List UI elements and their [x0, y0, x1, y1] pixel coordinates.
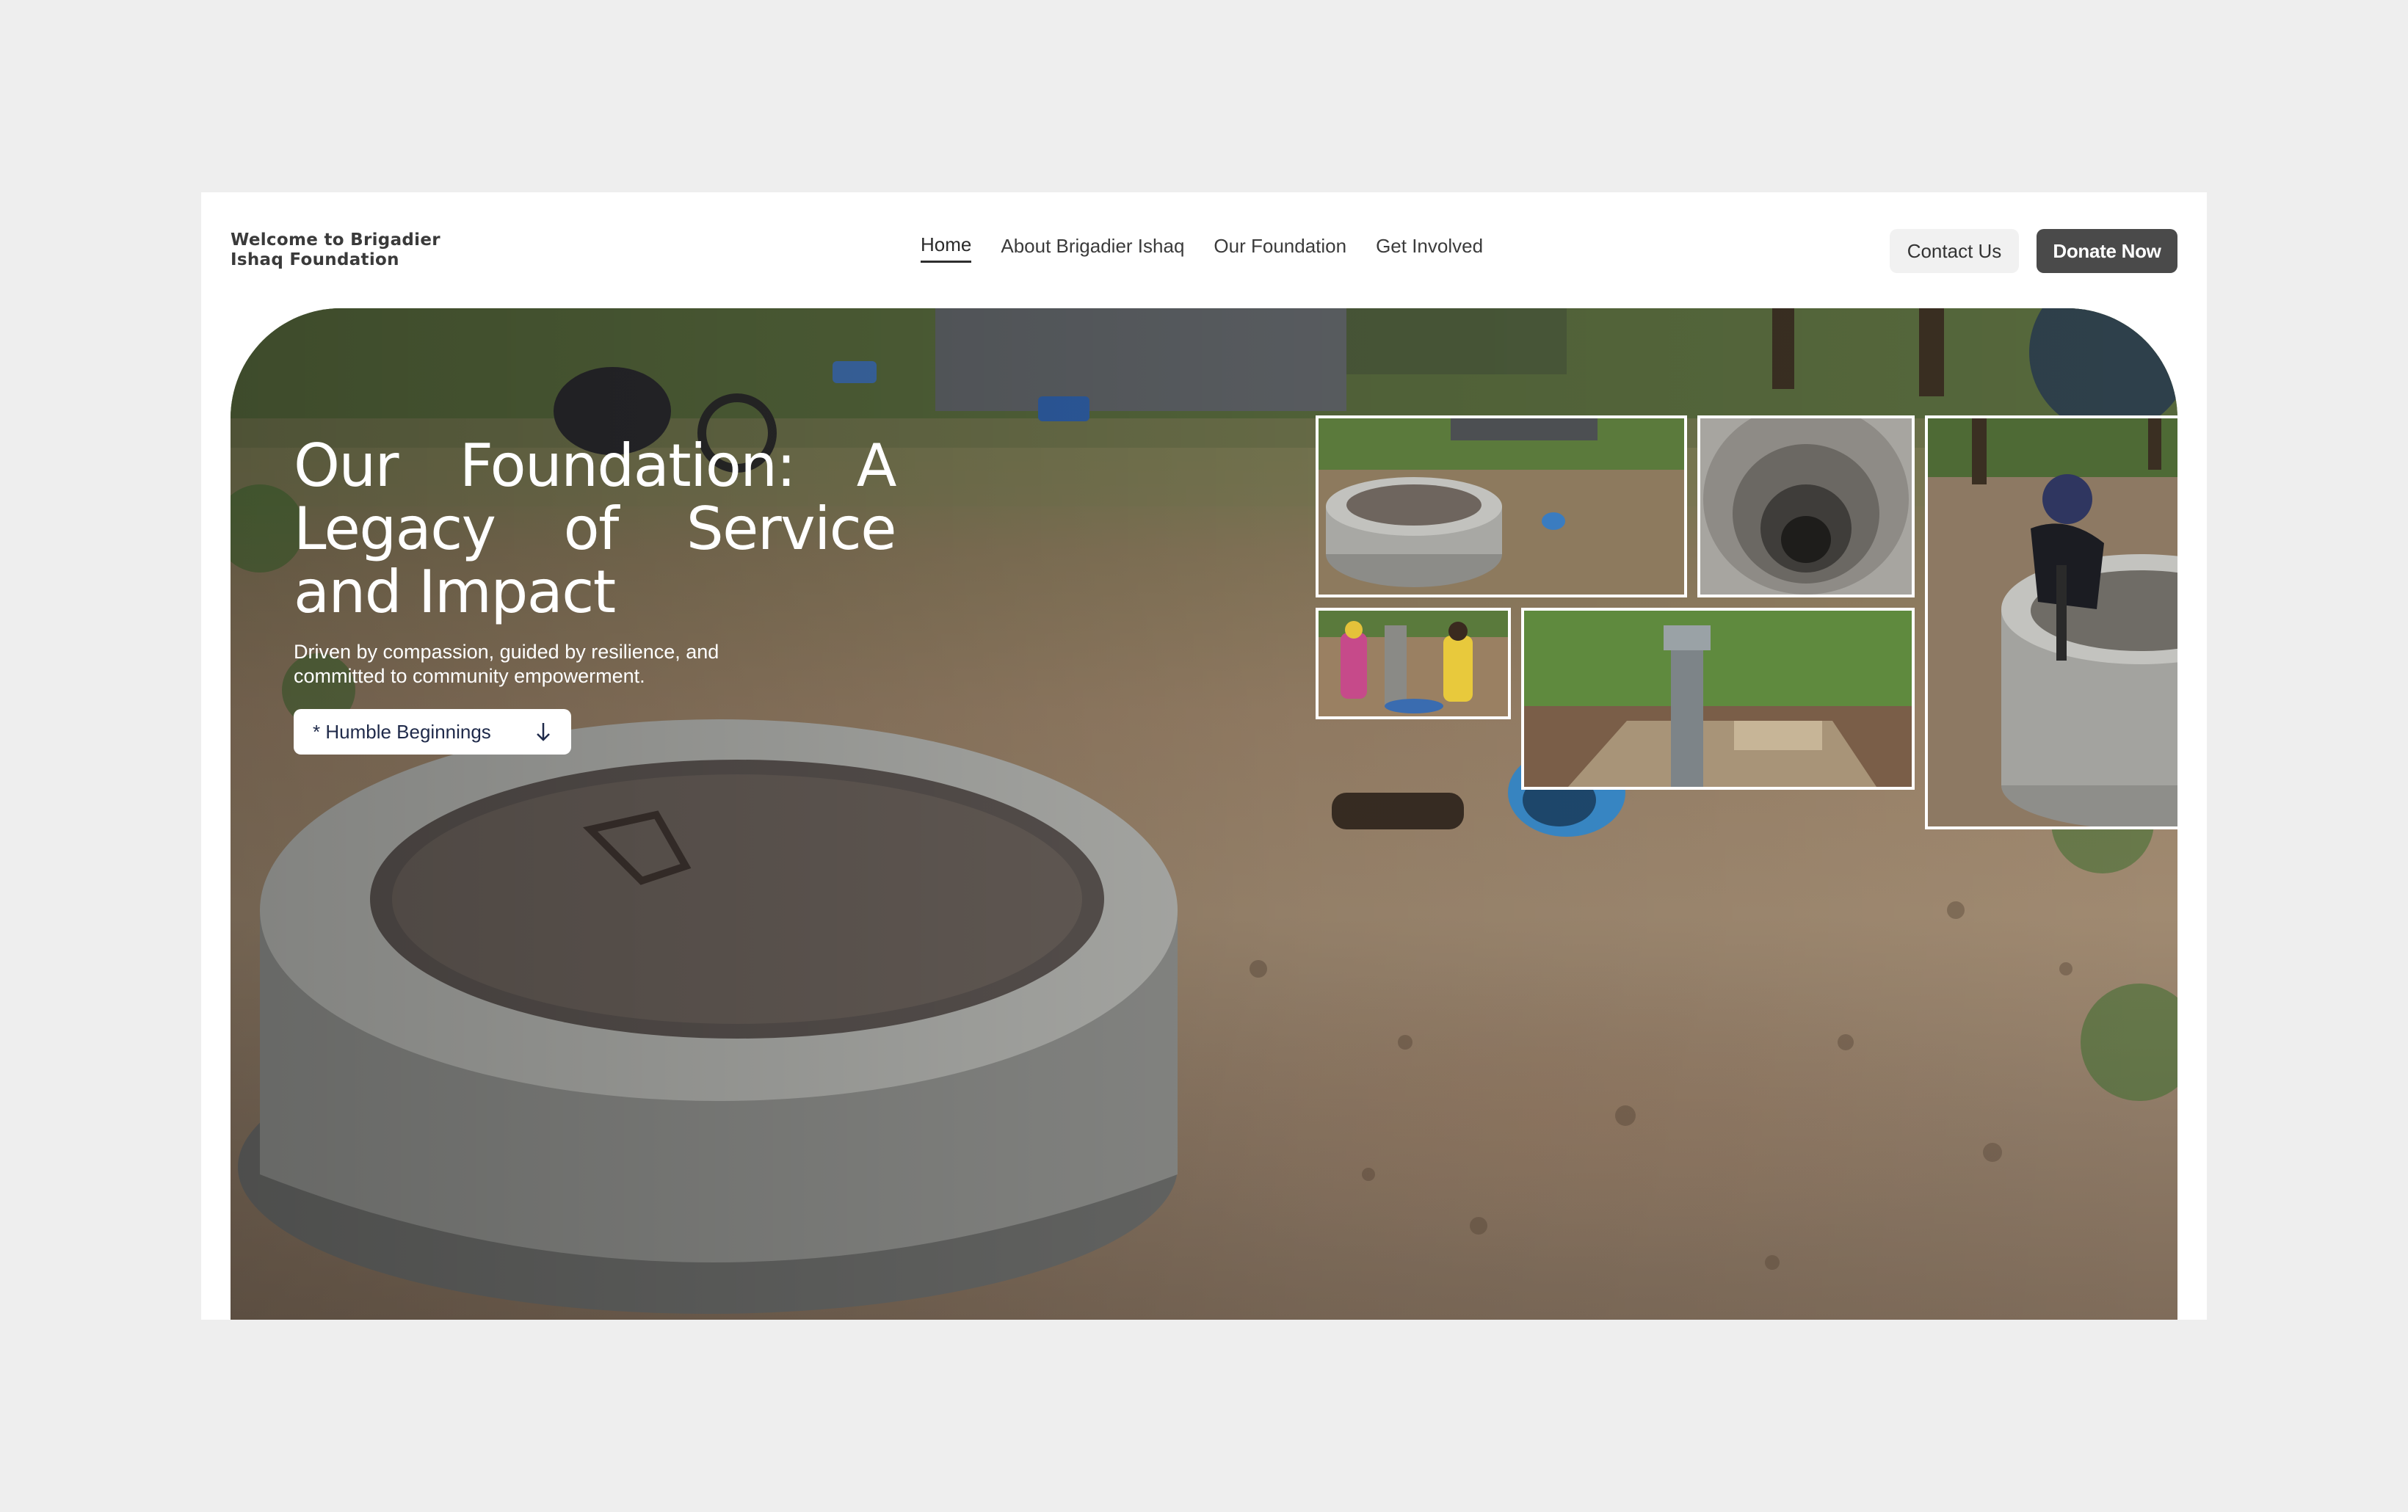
nav-link-about[interactable]: About Brigadier Ishaq: [1001, 235, 1184, 262]
hero-subtitle-line-1: Driven by compassion, guided by resilien…: [294, 641, 719, 663]
hero-section: Our Foundation: A Legacy of Service and …: [231, 308, 2177, 1320]
hand-pump-photo[interactable]: [1521, 608, 1915, 790]
page-card: Welcome to Brigadier Ishaq Foundation Ho…: [201, 192, 2207, 1320]
contact-us-button[interactable]: Contact Us: [1890, 229, 2019, 273]
woman-at-well-photo[interactable]: [1925, 415, 2177, 829]
brand-line-2: Ishaq Foundation: [231, 250, 399, 269]
well-interior-photo[interactable]: [1697, 415, 1915, 597]
arrow-down-icon: [537, 723, 550, 741]
hero-subtitle-line-2: committed to community empowerment.: [294, 665, 645, 687]
hero-title: Our Foundation: A Legacy of Service and …: [294, 432, 897, 626]
nav-link-get-involved[interactable]: Get Involved: [1376, 235, 1483, 262]
humble-beginnings-button[interactable]: * Humble Beginnings: [294, 709, 571, 755]
hero-subtitle: Driven by compassion, guided by resilien…: [294, 640, 764, 688]
site-brand[interactable]: Welcome to Brigadier Ishaq Foundation: [231, 230, 473, 270]
donate-now-button[interactable]: Donate Now: [2037, 229, 2177, 273]
site-header: Welcome to Brigadier Ishaq Foundation Ho…: [201, 192, 2207, 308]
main-nav: Home About Brigadier Ishaq Our Foundatio…: [921, 233, 1483, 263]
nav-link-foundation[interactable]: Our Foundation: [1214, 235, 1346, 262]
humble-beginnings-label: * Humble Beginnings: [313, 720, 491, 743]
women-at-pump-photo[interactable]: [1316, 608, 1511, 719]
brand-line-1: Welcome to Brigadier: [231, 230, 440, 250]
covered-well-photo[interactable]: [1316, 415, 1687, 597]
nav-link-home[interactable]: Home: [921, 233, 972, 263]
